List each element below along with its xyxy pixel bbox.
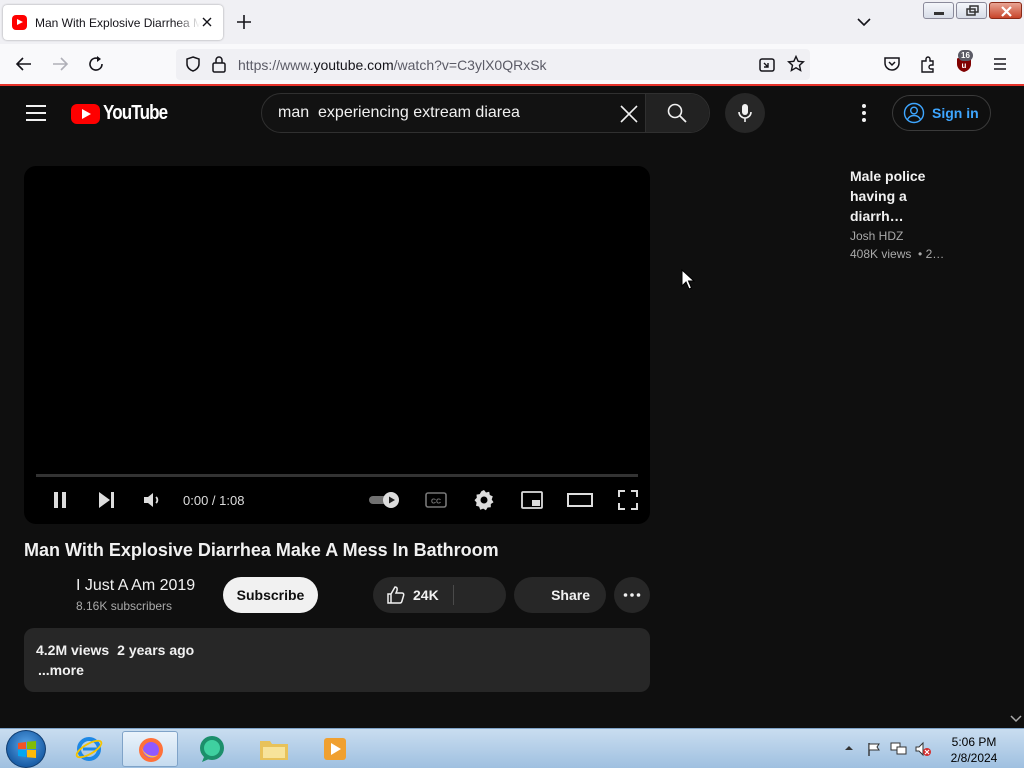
browser-titlebar: Man With Explosive Diarrhea Make A Mess … <box>0 0 1024 44</box>
windows-taskbar: 5:06 PM 2/8/2024 <box>0 728 1024 768</box>
search-button[interactable] <box>645 94 709 132</box>
more-horizontal-icon <box>623 593 641 597</box>
search-box <box>261 93 710 133</box>
youtube-play-logo-icon <box>71 103 100 124</box>
related-video-title[interactable]: Male police having a diarrh… <box>850 166 960 226</box>
subscriber-count: 8.16K subscribers <box>76 599 173 613</box>
volume-icon[interactable] <box>141 488 165 512</box>
thumbs-up-icon <box>387 586 405 604</box>
upload-age: 2 years ago <box>117 642 195 658</box>
start-button[interactable] <box>6 730 46 768</box>
internet-explorer-icon <box>75 737 103 761</box>
pocket-icon[interactable] <box>882 54 902 74</box>
restore-button[interactable] <box>956 2 987 19</box>
settings-more-icon[interactable] <box>852 101 876 125</box>
taskbar-chat-app[interactable] <box>184 731 240 767</box>
sign-in-label: Sign in <box>932 105 979 121</box>
related-video-channel: Josh HDZ <box>850 229 904 243</box>
youtube-page: YouTube Sign in 0:00 / 1:08 CC Man With … <box>0 88 1024 728</box>
account-circle-icon <box>903 102 925 124</box>
taskbar-media-player[interactable] <box>308 731 364 767</box>
taskbar-firefox[interactable] <box>122 731 178 767</box>
captions-icon[interactable]: CC <box>424 488 448 512</box>
back-arrow-icon[interactable] <box>14 54 34 74</box>
sign-in-button[interactable]: Sign in <box>892 95 991 131</box>
browser-navbar: https://www.youtube.com/watch?v=C3ylX0QR… <box>0 44 1024 86</box>
taskbar-internet-explorer[interactable] <box>62 731 118 767</box>
firefox-icon <box>139 738 163 762</box>
forward-arrow-icon[interactable] <box>50 54 70 74</box>
reload-icon[interactable] <box>86 54 106 74</box>
windows-logo-icon <box>18 741 36 758</box>
youtube-favicon-icon <box>12 15 27 30</box>
more-actions-button[interactable] <box>614 577 650 613</box>
video-player[interactable]: 0:00 / 1:08 CC <box>24 166 650 524</box>
fullscreen-icon[interactable] <box>616 488 640 512</box>
like-button[interactable]: 24K <box>373 577 453 613</box>
clock-date: 2/8/2024 <box>950 751 998 765</box>
video-title: Man With Explosive Diarrhea Make A Mess … <box>24 540 499 560</box>
action-center-flag-icon[interactable] <box>866 741 882 757</box>
voice-search-button[interactable] <box>725 93 765 133</box>
subscribe-button[interactable]: Subscribe <box>223 577 318 613</box>
description-box[interactable]: 4.2M views 2 years ago ...more <box>24 628 650 692</box>
new-tab-icon[interactable] <box>234 12 254 32</box>
bookmark-star-icon[interactable] <box>787 55 805 73</box>
share-button[interactable]: Share <box>514 577 606 613</box>
microphone-icon <box>738 104 752 122</box>
related-video[interactable]: Male police having a diarrh… Josh HDZ 40… <box>850 166 1000 261</box>
chevron-down-icon[interactable] <box>855 13 873 31</box>
miniplayer-icon[interactable] <box>520 488 544 512</box>
window-controls <box>923 2 1022 19</box>
show-more-link[interactable]: ...more <box>38 662 84 678</box>
view-count: 4.2M views <box>36 642 110 658</box>
next-video-icon[interactable] <box>94 488 118 512</box>
extension-badge: 16 <box>958 50 973 61</box>
url-text[interactable]: https://www.youtube.com/watch?v=C3ylX0QR… <box>238 57 547 73</box>
close-window-button[interactable] <box>989 2 1022 19</box>
guide-menu-icon[interactable] <box>26 105 46 121</box>
close-tab-icon[interactable] <box>199 14 215 30</box>
like-count: 24K <box>413 587 439 603</box>
channel-name[interactable]: I Just A Am 2019 <box>76 577 195 595</box>
lock-icon[interactable] <box>211 55 227 73</box>
browser-tab[interactable]: Man With Explosive Diarrhea Make A Mess … <box>3 5 223 40</box>
mouse-cursor-icon <box>681 269 695 290</box>
dislike-button[interactable] <box>454 577 506 613</box>
minimize-button[interactable] <box>923 2 954 19</box>
time-display: 0:00 / 1:08 <box>183 493 245 508</box>
chat-bubble-icon <box>200 736 224 762</box>
related-video-meta: 408K views • 2… <box>850 247 945 261</box>
pause-icon[interactable] <box>48 488 72 512</box>
taskbar-file-explorer[interactable] <box>246 731 302 767</box>
youtube-logo[interactable]: YouTube <box>71 102 179 125</box>
video-meta: 4.2M views 2 years ago <box>36 642 194 658</box>
search-input[interactable] <box>278 94 608 132</box>
reader-view-icon[interactable] <box>758 56 776 74</box>
youtube-logo-text: YouTube <box>103 102 168 124</box>
svg-text:CC: CC <box>431 499 441 506</box>
settings-gear-icon[interactable] <box>472 488 496 512</box>
extensions-puzzle-icon[interactable] <box>918 54 938 74</box>
svg-text:u: u <box>962 61 967 70</box>
volume-muted-icon[interactable] <box>914 741 932 757</box>
autoplay-toggle-icon[interactable] <box>367 488 403 512</box>
theater-mode-icon[interactable] <box>566 488 594 512</box>
search-icon <box>667 103 687 123</box>
system-clock[interactable]: 5:06 PM 2/8/2024 <box>945 734 1003 766</box>
like-dislike-bar: 24K <box>373 577 506 613</box>
progress-bar[interactable] <box>36 474 638 477</box>
address-bar[interactable]: https://www.youtube.com/watch?v=C3ylX0QR… <box>176 49 810 80</box>
show-hidden-icons-icon[interactable] <box>844 743 854 753</box>
menu-hamburger-icon[interactable] <box>990 54 1010 74</box>
tab-title: Man With Explosive Diarrhea Make A Mess … <box>35 15 200 30</box>
network-icon[interactable] <box>890 741 908 757</box>
shield-icon[interactable] <box>184 55 202 73</box>
clear-search-icon[interactable] <box>618 103 640 125</box>
media-player-icon <box>324 738 346 760</box>
scroll-down-icon[interactable] <box>1010 714 1022 724</box>
clock-time: 5:06 PM <box>951 735 997 749</box>
folder-icon <box>260 741 288 760</box>
